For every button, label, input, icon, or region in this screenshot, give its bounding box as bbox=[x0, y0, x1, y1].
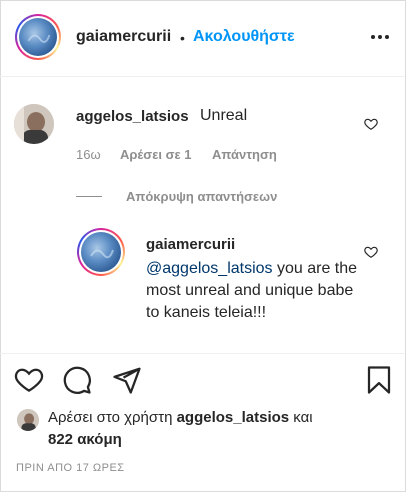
likes-summary: Αρέσει στο χρήστη aggelos_latsios και 82… bbox=[48, 409, 313, 448]
author-username[interactable]: gaiamercurii bbox=[76, 28, 171, 46]
liker-avatar[interactable] bbox=[17, 409, 39, 431]
reply-author-avatar[interactable] bbox=[77, 228, 125, 276]
comment-likes-count[interactable]: Αρέσει σε 1 bbox=[120, 147, 192, 162]
comment-icon[interactable] bbox=[62, 365, 92, 395]
reply-like-icon[interactable] bbox=[364, 245, 378, 259]
post-header: gaiamercurii • Ακολουθήστε bbox=[0, 0, 404, 77]
like-icon[interactable] bbox=[14, 365, 44, 395]
reply-author-username[interactable]: gaiamercurii bbox=[146, 236, 235, 253]
other-likes-button[interactable]: 822 ακόμη bbox=[48, 431, 122, 448]
comment-like-icon[interactable] bbox=[364, 117, 378, 131]
hide-replies-button[interactable]: Απόκρυψη απαντήσεων bbox=[126, 189, 277, 204]
author-avatar[interactable] bbox=[15, 14, 61, 60]
bookmark-icon[interactable] bbox=[364, 365, 394, 395]
reply-text: @aggelos_latsios you are the most unreal… bbox=[146, 260, 358, 321]
comment-text: Unreal bbox=[200, 107, 248, 124]
follow-button[interactable]: Ακολουθήστε bbox=[193, 28, 295, 46]
section-divider bbox=[0, 353, 404, 354]
post-timestamp[interactable]: ΠΡΙΝ ΑΠΟ 17 ΩΡΕΣ bbox=[16, 462, 125, 474]
commenter-avatar[interactable] bbox=[14, 104, 54, 144]
commenter-username[interactable]: aggelos_latsios bbox=[76, 108, 189, 125]
comment-age: 16ω bbox=[76, 147, 101, 162]
liker-username[interactable]: aggelos_latsios bbox=[177, 409, 290, 426]
reply-mention[interactable]: @aggelos_latsios bbox=[146, 260, 273, 277]
separator-dot: • bbox=[180, 30, 185, 46]
more-options-icon[interactable] bbox=[370, 27, 392, 47]
reply-button[interactable]: Απάντηση bbox=[212, 147, 277, 162]
replies-divider bbox=[76, 196, 102, 197]
share-icon[interactable] bbox=[112, 365, 142, 395]
